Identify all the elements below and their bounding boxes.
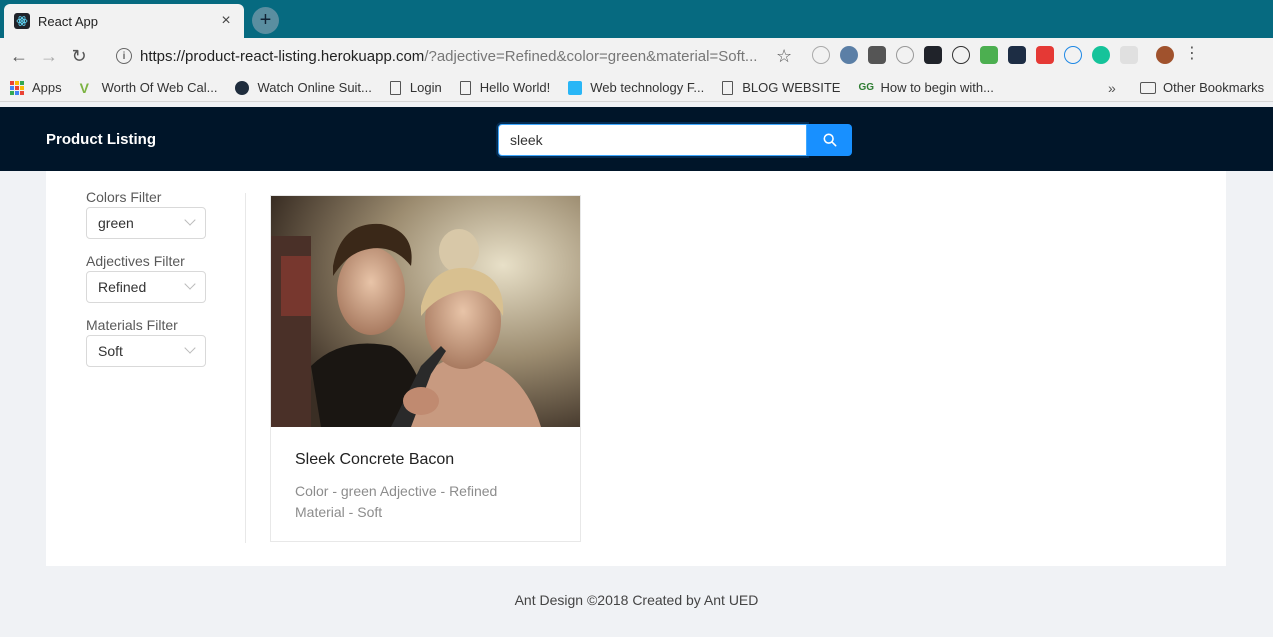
product-description-line-2: Material - Soft xyxy=(295,504,383,520)
adjectives-filter-label: Adjectives Filter xyxy=(86,253,185,269)
search-button[interactable] xyxy=(807,124,852,156)
extension-inbox-icon[interactable] xyxy=(980,46,998,64)
extension-todoist-icon[interactable] xyxy=(1036,46,1054,64)
gfg-logo-icon: GG xyxy=(858,81,875,93)
menu-kebab-icon[interactable]: ⋮ xyxy=(1184,46,1200,64)
extensions-bar: ⋮ xyxy=(812,46,1200,64)
info-icon[interactable]: i xyxy=(116,48,132,64)
bookmark-label: Web technology F... xyxy=(590,80,705,95)
chevron-down-icon xyxy=(184,214,196,226)
v-logo-icon: V xyxy=(79,79,89,96)
extension-code-icon[interactable] xyxy=(1120,46,1138,64)
bookmark-star-icon[interactable]: ☆ xyxy=(776,46,792,67)
adjectives-filter-value: Refined xyxy=(98,279,147,295)
colors-filter-value: green xyxy=(98,215,134,231)
adjectives-filter-select[interactable]: Refined xyxy=(86,271,206,303)
materials-filter-label: Materials Filter xyxy=(86,317,178,333)
profile-avatar[interactable] xyxy=(1156,46,1174,64)
bookmark-login[interactable]: Login xyxy=(389,80,442,95)
folder-icon xyxy=(1140,81,1156,94)
colors-filter-label: Colors Filter xyxy=(86,189,162,205)
product-card-body: Sleek Concrete Bacon Color - green Adjec… xyxy=(295,451,565,523)
extension-timer-icon[interactable] xyxy=(812,46,830,64)
bookmark-label: Watch Online Suit... xyxy=(257,80,372,95)
url-host: https://product-react-listing.herokuapp.… xyxy=(140,47,425,65)
footer-text: Ant Design ©2018 Created by Ant UED xyxy=(514,592,759,608)
extension-skype-icon[interactable] xyxy=(896,46,914,64)
search-input[interactable] xyxy=(498,124,807,156)
browser-toolbar: ← → ↻ i https://product-react-listing.he… xyxy=(0,38,1273,74)
bookmark-blog-website[interactable]: BLOG WEBSITE xyxy=(722,80,840,95)
other-bookmarks-label: Other Bookmarks xyxy=(1163,80,1265,95)
product-image xyxy=(271,196,580,427)
url-rest: /?adjective=Refined&color=green&material… xyxy=(424,47,758,65)
browser-tabstrip: React App × + xyxy=(0,0,1273,38)
extension-eyedropper-icon[interactable] xyxy=(868,46,886,64)
vertical-divider xyxy=(245,193,246,543)
bookmarks-overflow-icon[interactable]: » xyxy=(1108,80,1116,96)
brand-title: Product Listing xyxy=(46,131,156,148)
materials-filter-value: Soft xyxy=(98,343,123,359)
document-icon xyxy=(459,80,471,95)
document-icon xyxy=(722,80,734,95)
chevron-down-icon xyxy=(184,342,196,354)
bookmark-label: How to begin with... xyxy=(880,80,994,95)
site-logo-icon xyxy=(568,80,583,95)
bookmark-label: Apps xyxy=(32,80,62,95)
bookmark-label: Login xyxy=(409,80,442,95)
document-icon xyxy=(389,80,401,95)
main-content: Colors Filter green Adjectives Filter Re… xyxy=(46,171,1226,566)
react-favicon-icon xyxy=(14,13,30,29)
bookmark-worth-of-web[interactable]: V Worth Of Web Cal... xyxy=(80,80,218,95)
colors-filter-select[interactable]: green xyxy=(86,207,206,239)
tab-close-icon[interactable]: × xyxy=(218,12,234,30)
reload-icon[interactable]: ↻ xyxy=(68,45,90,67)
bookmark-hello-world[interactable]: Hello World! xyxy=(459,80,551,95)
new-tab-button[interactable]: + xyxy=(252,7,279,34)
forward-icon[interactable]: → xyxy=(38,45,60,67)
bookmark-how-to-begin[interactable]: GG How to begin with... xyxy=(858,80,993,95)
product-title[interactable]: Sleek Concrete Bacon xyxy=(295,451,565,469)
extension-search-icon[interactable] xyxy=(1064,46,1082,64)
materials-filter-select[interactable]: Soft xyxy=(86,335,206,367)
product-description-line-1: Color - green Adjective - Refined xyxy=(295,483,498,499)
tab-title: React App xyxy=(38,13,98,29)
product-card[interactable]: Sleek Concrete Bacon Color - green Adjec… xyxy=(270,195,581,542)
url-text: https://product-react-listing.herokuapp.… xyxy=(140,48,757,65)
extension-react-icon[interactable] xyxy=(924,46,942,64)
bookmark-web-technology[interactable]: Web technology F... xyxy=(568,80,704,95)
chevron-down-icon xyxy=(184,278,196,290)
apps-grid-icon xyxy=(10,80,24,95)
bookmark-apps[interactable]: Apps xyxy=(10,80,62,95)
search-icon xyxy=(823,133,836,147)
bookmark-label: Hello World! xyxy=(479,80,551,95)
bookmarks-bar: Apps V Worth Of Web Cal... Watch Online … xyxy=(0,74,1273,102)
bookmark-label: Worth Of Web Cal... xyxy=(101,80,218,95)
extension-speed-icon[interactable] xyxy=(952,46,970,64)
other-bookmarks[interactable]: Other Bookmarks xyxy=(1140,80,1264,95)
back-icon[interactable]: ← xyxy=(8,45,30,67)
bookmark-watch-online[interactable]: Watch Online Suit... xyxy=(235,80,372,95)
address-bar[interactable]: i https://product-react-listing.herokuap… xyxy=(108,42,808,70)
search-bar xyxy=(498,124,852,156)
browser-tab[interactable]: React App × xyxy=(4,4,244,38)
extension-shield-icon[interactable] xyxy=(840,46,858,64)
extension-link-icon[interactable] xyxy=(1008,46,1026,64)
filters-panel: Colors Filter green Adjectives Filter Re… xyxy=(86,187,206,379)
site-logo-icon xyxy=(235,80,250,95)
bookmark-label: BLOG WEBSITE xyxy=(742,80,841,95)
extension-grammarly-icon[interactable] xyxy=(1092,46,1110,64)
